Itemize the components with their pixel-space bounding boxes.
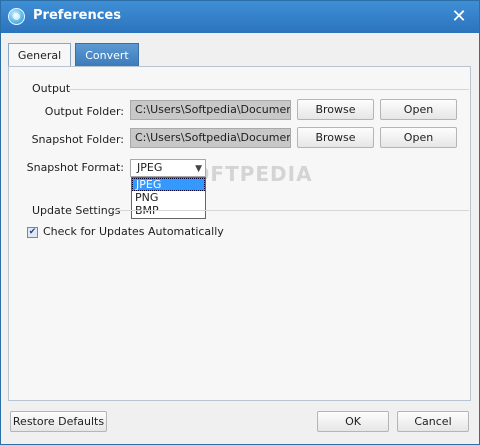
output-folder-label: Output Folder: <box>44 105 124 118</box>
snapshot-format-value: JPEG <box>137 161 163 174</box>
output-divider <box>69 89 469 90</box>
format-option-jpeg[interactable]: JPEG <box>132 178 205 191</box>
window-title: Preferences <box>33 8 121 23</box>
output-browse-button[interactable]: Browse <box>297 99 374 120</box>
restore-defaults-button[interactable]: Restore Defaults <box>10 411 107 432</box>
tab-general[interactable]: General <box>8 43 71 67</box>
chevron-down-icon[interactable]: ▼ <box>195 161 202 177</box>
snapshot-browse-button[interactable]: Browse <box>297 127 374 148</box>
snapshot-folder-field[interactable]: C:\Users\Softpedia\Documents\ <box>130 128 291 148</box>
close-icon[interactable]: ✕ <box>447 5 471 29</box>
title-bar[interactable]: Preferences ✕ <box>1 1 479 33</box>
update-section-label: Update Settings <box>32 204 121 217</box>
snapshot-folder-label: Snapshot Folder: <box>31 133 124 146</box>
snapshot-format-label: Snapshot Format: <box>26 161 124 174</box>
app-icon <box>8 8 25 25</box>
format-option-png[interactable]: PNG <box>132 191 205 204</box>
output-folder-field[interactable]: C:\Users\Softpedia\Documents\ <box>130 100 291 120</box>
output-section-label: Output <box>32 82 71 95</box>
snapshot-format-select[interactable]: JPEG ▼ <box>130 159 206 177</box>
auto-update-checkbox[interactable]: ✔ <box>27 227 38 238</box>
tab-convert[interactable]: Convert <box>75 43 139 67</box>
snapshot-open-button[interactable]: Open <box>380 127 457 148</box>
auto-update-label[interactable]: Check for Updates Automatically <box>43 225 224 238</box>
cancel-button[interactable]: Cancel <box>397 411 469 432</box>
ok-button[interactable]: OK <box>317 411 389 432</box>
snapshot-format-dropdown: JPEG PNG BMP <box>131 177 206 219</box>
update-divider <box>113 210 469 211</box>
preferences-window: Preferences ✕ General Convert Output Out… <box>0 0 480 445</box>
checkmark-icon: ✔ <box>28 227 37 237</box>
output-open-button[interactable]: Open <box>380 99 457 120</box>
